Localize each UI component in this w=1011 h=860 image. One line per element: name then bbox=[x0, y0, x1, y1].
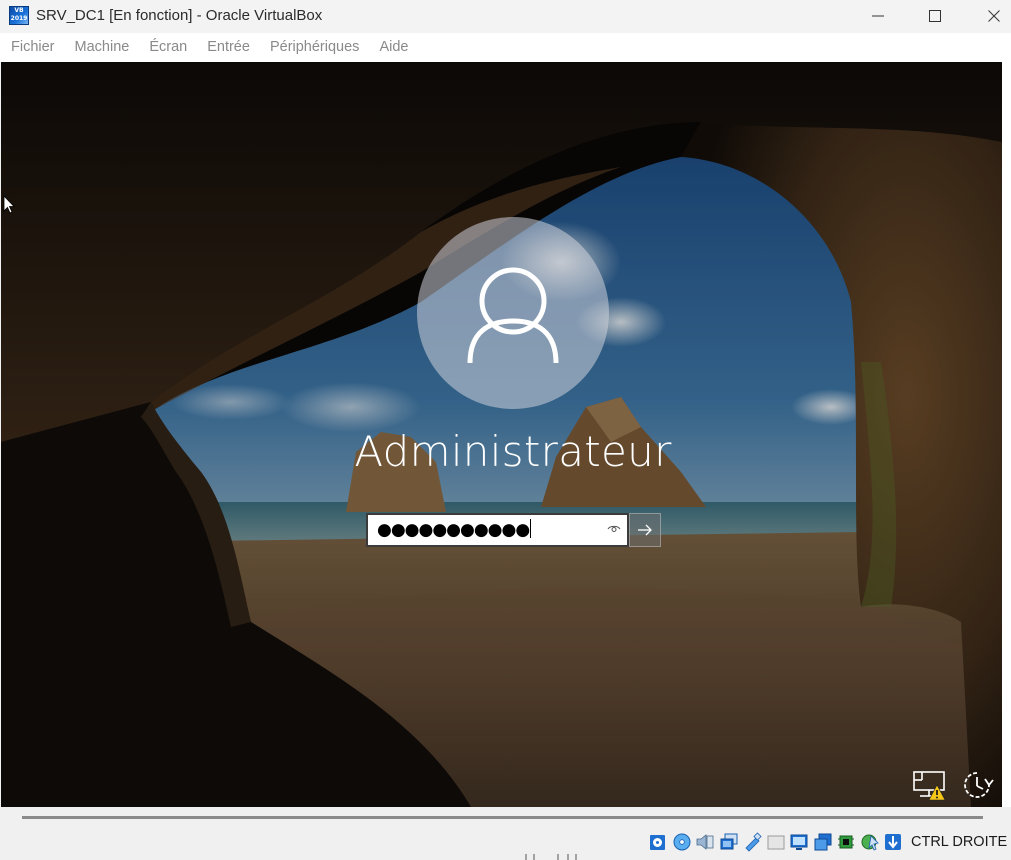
host-key-label: CTRL DROITE bbox=[911, 834, 1008, 850]
virtualbox-vm-icon: VB 2019 bbox=[9, 6, 29, 25]
display-icon[interactable] bbox=[789, 832, 809, 852]
username-label: Administrateur bbox=[354, 427, 672, 476]
cpu-icon[interactable] bbox=[836, 832, 856, 852]
minimize-button[interactable] bbox=[849, 0, 907, 32]
resize-marks bbox=[525, 854, 577, 860]
keyboard-capture-icon[interactable] bbox=[883, 832, 903, 852]
menu-fichier[interactable]: Fichier bbox=[0, 33, 65, 62]
menu-machine[interactable]: Machine bbox=[65, 33, 140, 62]
maximize-button[interactable] bbox=[906, 0, 964, 32]
menu-peripheriques[interactable]: Périphériques bbox=[260, 33, 369, 62]
user-avatar bbox=[417, 217, 609, 409]
optical-drive-icon[interactable] bbox=[672, 832, 692, 852]
close-icon bbox=[988, 10, 1000, 22]
eye-icon[interactable] bbox=[607, 524, 621, 534]
power-icon[interactable] bbox=[960, 769, 994, 801]
usb-icon[interactable] bbox=[742, 832, 762, 852]
title-bar: VB 2019 SRV_DC1 [En fonction] - Oracle Vi… bbox=[0, 0, 1011, 33]
menu-bar: Fichier Machine Écran Entrée Périphériqu… bbox=[0, 33, 1011, 62]
user-avatar-icon bbox=[467, 267, 559, 364]
audio-icon[interactable] bbox=[695, 832, 715, 852]
status-icons bbox=[648, 832, 907, 852]
close-button[interactable] bbox=[965, 0, 1011, 32]
status-bar: CTRL DROITE bbox=[0, 807, 1011, 860]
password-mask: ●●●●●●●●●●● bbox=[377, 519, 532, 540]
window-edge bbox=[1002, 62, 1011, 807]
hard-disk-icon[interactable] bbox=[648, 832, 668, 852]
submit-button[interactable] bbox=[629, 513, 661, 547]
shared-folders-icon[interactable] bbox=[766, 832, 786, 852]
menu-ecran[interactable]: Écran bbox=[139, 33, 197, 62]
minimize-icon bbox=[872, 15, 884, 17]
mouse-integration-icon[interactable] bbox=[860, 832, 880, 852]
menu-entree[interactable]: Entrée bbox=[197, 33, 260, 62]
network-adapter-icon[interactable] bbox=[719, 832, 739, 852]
arrow-right-icon bbox=[638, 524, 652, 536]
window-title: SRV_DC1 [En fonction] - Oracle VirtualBo… bbox=[36, 7, 323, 24]
menu-aide[interactable]: Aide bbox=[369, 33, 418, 62]
network-warning-icon[interactable] bbox=[912, 769, 948, 801]
mouse-pointer-icon bbox=[3, 195, 15, 214]
horizontal-scrollbar[interactable] bbox=[22, 816, 983, 819]
recording-icon[interactable] bbox=[813, 832, 833, 852]
password-input[interactable]: ●●●●●●●●●●● bbox=[366, 513, 629, 547]
vm-display[interactable]: Administrateur ●●●●●●●●●●● bbox=[1, 62, 1002, 807]
maximize-icon bbox=[929, 10, 941, 22]
